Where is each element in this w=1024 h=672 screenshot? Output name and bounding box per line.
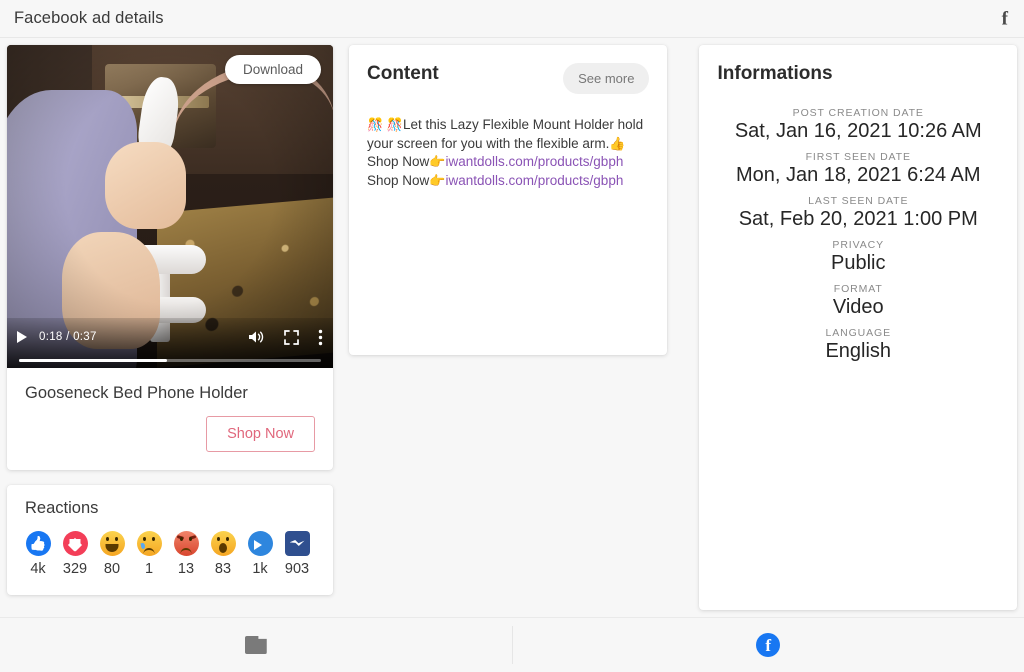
info-field-post-creation-date: POST CREATION DATE Sat, Jan 16, 2021 10:… — [717, 107, 999, 143]
video-time-display: 0:18 / 0:37 — [39, 331, 97, 343]
page-title: Facebook ad details — [14, 9, 164, 27]
reaction-like[interactable]: 4k — [25, 531, 51, 577]
folder-tab[interactable] — [0, 618, 512, 672]
volume-icon[interactable] — [247, 329, 265, 345]
left-column: Download 0:18 / 0:37 Gooseneck Bed Phone… — [7, 45, 333, 617]
info-value: Sat, Jan 16, 2021 10:26 AM — [734, 120, 982, 142]
video-controls-right — [247, 329, 323, 346]
messenger-icon — [284, 531, 310, 556]
product-title: Gooseneck Bed Phone Holder — [25, 384, 248, 402]
download-button[interactable]: Download — [224, 55, 321, 84]
info-label: LAST SEEN DATE — [808, 195, 909, 207]
ad-copy-text: 🎊 🎊Let this Lazy Flexible Mount Holder h… — [367, 116, 649, 191]
facebook-icon: f — [1001, 8, 1008, 29]
see-more-button[interactable]: See more — [563, 63, 650, 94]
info-value: Public — [831, 252, 886, 274]
wow-icon — [210, 531, 236, 556]
info-field-last-seen-date: LAST SEEN DATE Sat, Feb 20, 2021 1:00 PM — [717, 195, 999, 231]
fullscreen-icon[interactable] — [284, 329, 299, 345]
ad-copy-line1: Let this Lazy Flexible Mount Holder hold… — [367, 117, 644, 151]
video-progress-fill — [19, 358, 167, 362]
reactions-list: 4k 329 80 1 — [25, 531, 315, 577]
reaction-love[interactable]: 329 — [62, 531, 88, 577]
ad-creative-card: Download 0:18 / 0:37 Gooseneck Bed Phone… — [7, 45, 333, 470]
info-field-format: FORMAT Video — [717, 283, 999, 319]
facebook-tab[interactable] — [513, 618, 1024, 672]
folder-icon — [244, 636, 267, 654]
info-label: FORMAT — [833, 283, 883, 295]
reaction-count: 13 — [177, 561, 195, 577]
info-value: Video — [832, 296, 884, 318]
love-icon — [62, 531, 88, 556]
info-field-first-seen-date: FIRST SEEN DATE Mon, Jan 18, 2021 6:24 A… — [717, 151, 999, 187]
reaction-count: 4k — [30, 561, 46, 577]
reaction-wow[interactable]: 83 — [210, 531, 236, 577]
reaction-messenger[interactable]: 903 — [284, 531, 310, 577]
reaction-count: 83 — [214, 561, 232, 577]
info-value: Sat, Feb 20, 2021 1:00 PM — [738, 208, 978, 230]
shop-now-text-1: Shop Now — [367, 154, 430, 170]
info-field-privacy: PRIVACY Public — [717, 239, 999, 275]
pointer-emoji: 👉 — [429, 154, 446, 170]
informations-card: Informations POST CREATION DATE Sat, Jan… — [699, 45, 1017, 610]
thumbs-up-emoji: 👍 — [609, 135, 626, 151]
cta-row: Shop Now — [25, 416, 315, 452]
reactions-card: Reactions 4k 329 80 — [7, 485, 333, 595]
info-value: English — [825, 340, 892, 362]
bottom-toolbar — [0, 617, 1024, 672]
play-icon[interactable] — [17, 331, 27, 343]
informations-title: Informations — [717, 63, 833, 84]
facebook-icon — [756, 633, 781, 657]
reaction-count: 1k — [252, 561, 268, 577]
shop-now-button[interactable]: Shop Now — [206, 416, 315, 452]
content-card: Content See more 🎊 🎊Let this Lazy Flexib… — [349, 45, 668, 355]
reactions-title: Reactions — [25, 499, 99, 517]
reaction-count: 329 — [62, 561, 88, 577]
info-label: LANGUAGE — [825, 327, 892, 339]
content-title: Content — [367, 63, 439, 84]
like-icon — [25, 531, 51, 556]
reaction-count: 80 — [103, 561, 121, 577]
share-icon — [247, 531, 273, 556]
video-controls: 0:18 / 0:37 — [7, 318, 333, 368]
info-label: POST CREATION DATE — [792, 107, 924, 119]
shop-now-text-2: Shop Now — [367, 172, 430, 188]
reaction-sad[interactable]: 1 — [136, 531, 162, 577]
product-link-1[interactable]: iwantdolls.com/products/gbph — [445, 154, 623, 169]
info-field-language: LANGUAGE English — [717, 327, 999, 363]
more-options-icon[interactable] — [318, 329, 323, 346]
informations-list: POST CREATION DATE Sat, Jan 16, 2021 10:… — [717, 107, 999, 363]
sparkle-emoji: 🎊 🎊 — [367, 117, 403, 132]
info-value: Mon, Jan 18, 2021 6:24 AM — [735, 164, 981, 186]
middle-column: Content See more 🎊 🎊Let this Lazy Flexib… — [349, 45, 668, 617]
sad-icon — [136, 531, 162, 556]
pointer-emoji: 👉 — [429, 172, 446, 188]
info-label: PRIVACY — [832, 239, 885, 251]
reaction-count: 1 — [144, 561, 154, 577]
reaction-count: 903 — [284, 561, 310, 577]
main-content: Download 0:18 / 0:37 Gooseneck Bed Phone… — [0, 39, 1024, 617]
reaction-haha[interactable]: 80 — [99, 531, 125, 577]
haha-icon — [99, 531, 125, 556]
info-label: FIRST SEEN DATE — [805, 151, 911, 163]
app-header: Facebook ad details f — [0, 0, 1024, 38]
video-progress-bar[interactable] — [19, 358, 321, 362]
video-player[interactable]: Download 0:18 / 0:37 — [7, 45, 333, 368]
right-column: Informations POST CREATION DATE Sat, Jan… — [699, 45, 1017, 617]
ad-meta: Gooseneck Bed Phone Holder Shop Now — [7, 368, 333, 470]
reaction-angry[interactable]: 13 — [173, 531, 199, 577]
content-header: Content See more — [367, 63, 650, 94]
product-link-2[interactable]: iwantdolls.com/products/gbph — [445, 173, 623, 188]
angry-icon — [173, 531, 199, 556]
reaction-share[interactable]: 1k — [247, 531, 273, 577]
